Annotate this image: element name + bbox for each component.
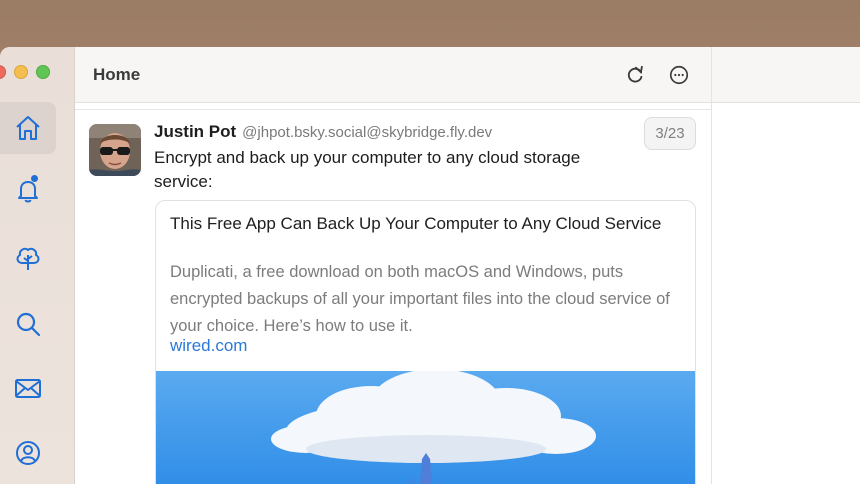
app-window: Home Justin Pot @jhpot.bsky.social@skybr… <box>0 47 860 484</box>
more-options-button[interactable] <box>666 62 692 88</box>
sidebar-item-notifications[interactable] <box>0 164 56 216</box>
main-header: Home <box>75 47 711 103</box>
link-card-description: Duplicati, a free download on both macOS… <box>170 263 670 335</box>
envelope-icon <box>15 379 41 398</box>
bell-icon <box>18 181 38 203</box>
avatar[interactable] <box>89 124 141 176</box>
post-counter: 3/23 <box>644 117 696 150</box>
page-title: Home <box>93 65 141 84</box>
sidebar <box>0 47 75 484</box>
post-text: Encrypt and back up your computer to any… <box>154 148 581 191</box>
refresh-icon <box>627 65 643 83</box>
link-preview-card[interactable]: This Free App Can Back Up Your Computer … <box>155 200 696 484</box>
author-row: Justin Pot @jhpot.bsky.social@skybridge.f… <box>154 122 492 142</box>
search-icon <box>16 312 41 337</box>
refresh-button[interactable] <box>622 62 648 88</box>
author-name[interactable]: Justin Pot <box>154 122 236 141</box>
zoom-window-button[interactable] <box>36 65 50 79</box>
notification-badge <box>31 175 38 182</box>
link-card-domain[interactable]: wired.com <box>170 336 247 356</box>
sidebar-item-home[interactable] <box>0 102 56 154</box>
sidebar-item-search[interactable] <box>0 298 56 350</box>
sidebar-item-profile[interactable] <box>0 427 56 479</box>
minimize-window-button[interactable] <box>14 65 28 79</box>
tree-icon <box>16 247 40 270</box>
home-icon <box>16 116 40 140</box>
main-column: Home Justin Pot @jhpot.bsky.social@skybr… <box>75 47 711 484</box>
link-card-title: This Free App Can Back Up Your Computer … <box>170 214 662 233</box>
author-handle[interactable]: @jhpot.bsky.social@skybridge.fly.dev <box>242 124 492 141</box>
link-card-image <box>156 371 695 484</box>
user-circle-icon <box>16 441 40 465</box>
close-window-button[interactable] <box>0 65 6 79</box>
right-panel <box>711 47 860 484</box>
author-avatar-image <box>89 124 141 176</box>
right-panel-header <box>712 47 860 103</box>
ellipsis-circle-icon <box>669 65 689 85</box>
timeline-post[interactable]: Justin Pot @jhpot.bsky.social@skybridge.f… <box>75 110 711 484</box>
window-controls <box>0 65 50 79</box>
sidebar-item-messages[interactable] <box>0 362 56 414</box>
sidebar-item-feeds[interactable] <box>0 232 56 284</box>
